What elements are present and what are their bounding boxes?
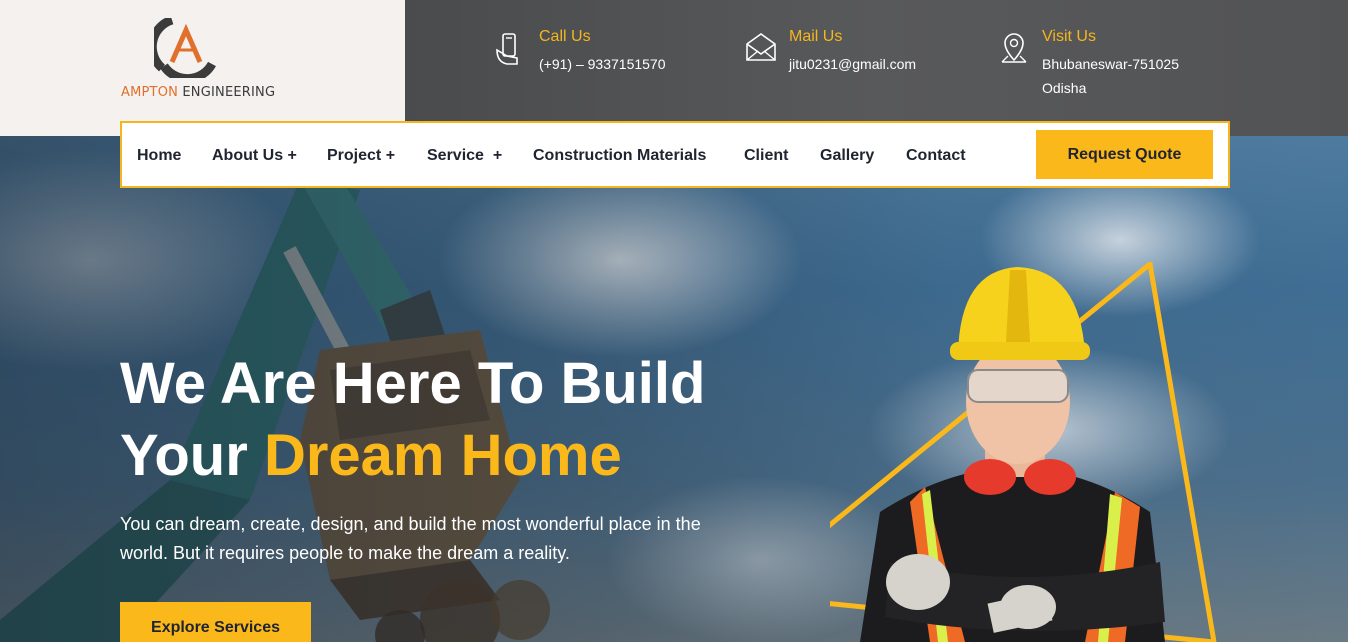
- logo-wordmark[interactable]: AMPTON ENGINEERING: [121, 85, 275, 100]
- hero-headline-line2: Your Dream Home: [120, 420, 705, 492]
- hero-headline-line1: We Are Here To Build: [120, 351, 706, 416]
- contact-visit-line2: Odisha: [1042, 80, 1087, 96]
- nav-home[interactable]: Home: [137, 147, 181, 165]
- contact-call-label: Call Us: [539, 28, 591, 45]
- request-quote-button[interactable]: Request Quote: [1036, 130, 1213, 179]
- hero-headline-accent: Dream Home: [263, 423, 622, 488]
- hero-headline-plain: Your: [120, 423, 264, 488]
- nav-service[interactable]: Service +: [427, 147, 502, 165]
- explore-services-button[interactable]: Explore Services: [120, 602, 311, 642]
- logo-panel: AMPTON ENGINEERING: [0, 0, 405, 136]
- logo-text-part2: ENGINEERING: [178, 85, 276, 100]
- logo-text-part1: AMPTON: [121, 85, 179, 100]
- worker-image: [830, 262, 1217, 642]
- main-navbar: Home About Us + Project + Service + Cons…: [120, 121, 1230, 188]
- hero-subtext: You can dream, create, design, and build…: [120, 514, 701, 563]
- hero-headline: We Are Here To Build Your Dream Home: [120, 348, 705, 492]
- contact-visit-line1: Bhubaneswar-751025: [1042, 56, 1179, 72]
- map-pin-icon: [1001, 33, 1027, 63]
- nav-gallery[interactable]: Gallery: [820, 147, 874, 165]
- nav-project[interactable]: Project +: [327, 147, 395, 165]
- envelope-icon: [746, 33, 776, 61]
- nav-client[interactable]: Client: [744, 147, 788, 165]
- nav-contact[interactable]: Contact: [906, 147, 966, 165]
- contact-visit-value: Bhubaneswar-751025 Odisha: [1042, 52, 1179, 100]
- contact-visit-label: Visit Us: [1042, 28, 1096, 45]
- nav-about-us[interactable]: About Us +: [212, 147, 297, 165]
- contact-bar: Call Us (+91) – 9337151570 Mail Us jitu0…: [405, 0, 1348, 136]
- contact-mail-label: Mail Us: [789, 28, 843, 45]
- logo-icon[interactable]: [154, 18, 216, 78]
- nav-construction-materials[interactable]: Construction Materials: [533, 147, 706, 165]
- phone-hand-icon: [496, 33, 518, 65]
- contact-call-value[interactable]: (+91) – 9337151570: [539, 52, 666, 76]
- contact-mail-value[interactable]: jitu0231@gmail.com: [789, 52, 916, 76]
